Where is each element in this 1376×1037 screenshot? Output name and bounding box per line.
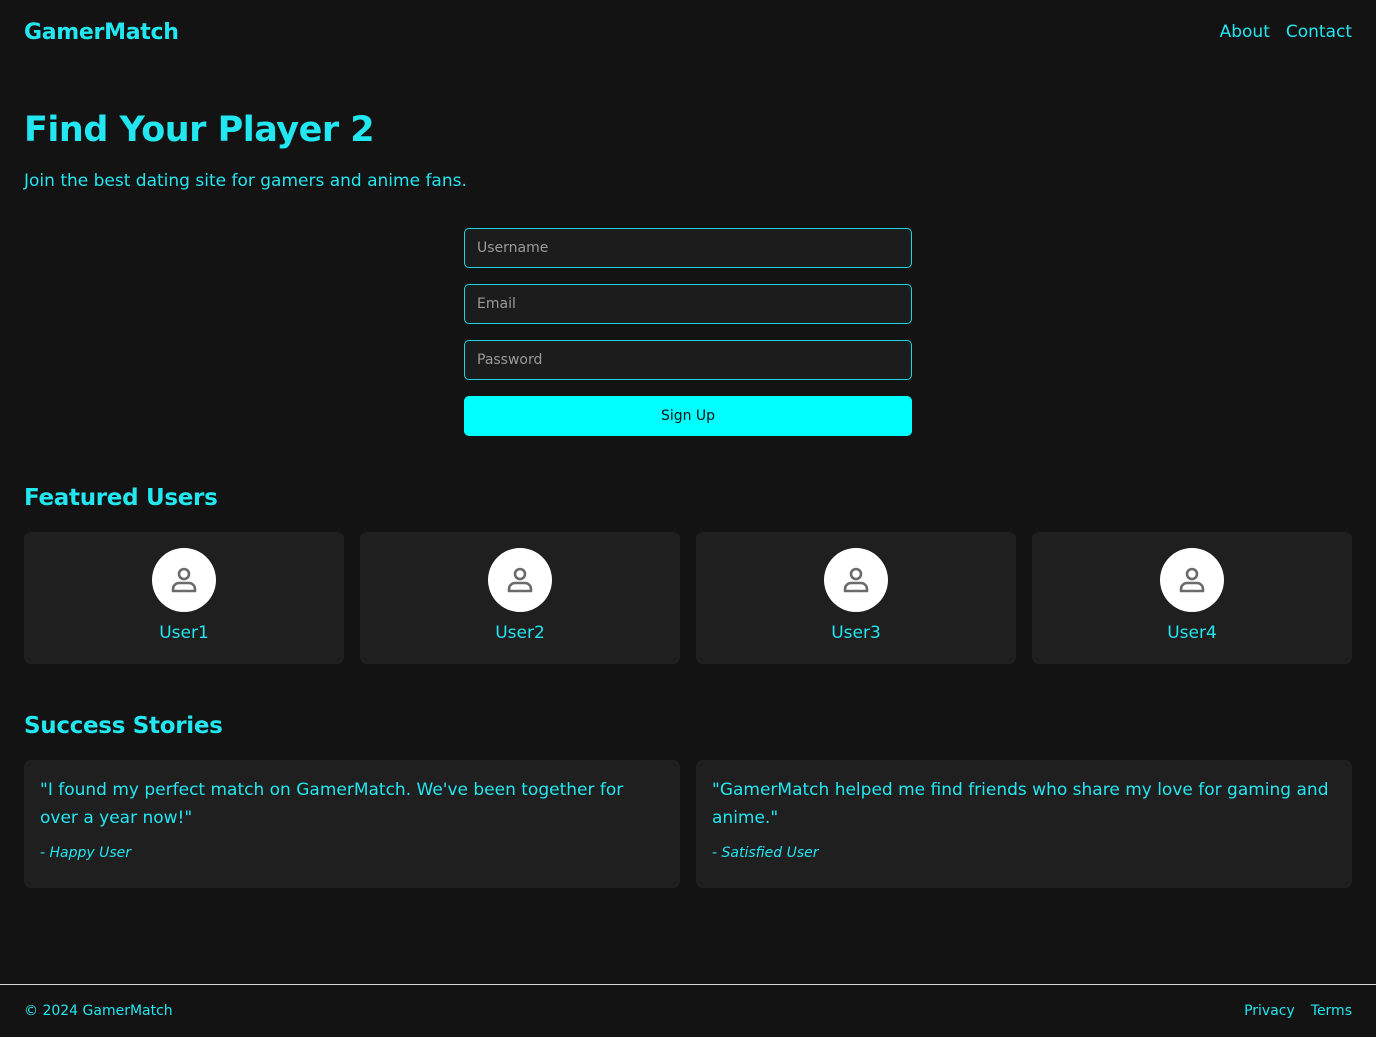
nav-link-contact[interactable]: Contact <box>1286 22 1352 42</box>
user-card[interactable]: User4 <box>1032 532 1352 664</box>
user-name: User4 <box>1167 623 1217 643</box>
hero-subtitle: Join the best dating site for gamers and… <box>24 171 467 191</box>
story-author: - Satisfied User <box>712 845 819 861</box>
avatar <box>488 548 552 612</box>
footer-link-terms[interactable]: Terms <box>1311 1003 1352 1019</box>
featured-users-title: Featured Users <box>24 485 218 511</box>
avatar <box>824 548 888 612</box>
story-author: - Happy User <box>40 845 132 861</box>
username-input[interactable] <box>464 228 912 268</box>
main-nav: About Contact <box>1220 22 1352 42</box>
person-icon <box>171 567 197 593</box>
site-footer: © 2024 GamerMatch Privacy Terms <box>0 984 1376 1037</box>
user-card[interactable]: User1 <box>24 532 344 664</box>
footer-link-privacy[interactable]: Privacy <box>1244 1003 1295 1019</box>
person-icon <box>1179 567 1205 593</box>
user-card[interactable]: User3 <box>696 532 1016 664</box>
success-stories-list: "I found my perfect match on GamerMatch.… <box>24 760 1352 888</box>
footer-links: Privacy Terms <box>1244 1003 1352 1019</box>
site-header: GamerMatch About Contact <box>24 17 1352 47</box>
user-card[interactable]: User2 <box>360 532 680 664</box>
sign-up-button[interactable]: Sign Up <box>464 396 912 436</box>
person-icon <box>843 567 869 593</box>
story-card: "I found my perfect match on GamerMatch.… <box>24 760 680 888</box>
user-name: User1 <box>159 623 209 643</box>
story-quote: "GamerMatch helped me find friends who s… <box>712 780 1329 828</box>
story-card: "GamerMatch helped me find friends who s… <box>696 760 1352 888</box>
email-input[interactable] <box>464 284 912 324</box>
user-name: User2 <box>495 623 545 643</box>
page: GamerMatch About Contact Find Your Playe… <box>0 0 1376 1037</box>
featured-users-list: User1 User2 User3 User4 <box>24 532 1352 664</box>
avatar <box>152 548 216 612</box>
site-logo[interactable]: GamerMatch <box>24 20 179 45</box>
password-input[interactable] <box>464 340 912 380</box>
hero-title: Find Your Player 2 <box>24 110 375 150</box>
person-icon <box>507 567 533 593</box>
nav-link-about[interactable]: About <box>1220 22 1270 42</box>
story-quote: "I found my perfect match on GamerMatch.… <box>40 780 624 828</box>
user-name: User3 <box>831 623 881 643</box>
signup-form: Sign Up <box>464 228 912 436</box>
avatar <box>1160 548 1224 612</box>
copyright-text: © 2024 GamerMatch <box>24 1003 173 1019</box>
success-stories-title: Success Stories <box>24 713 223 739</box>
